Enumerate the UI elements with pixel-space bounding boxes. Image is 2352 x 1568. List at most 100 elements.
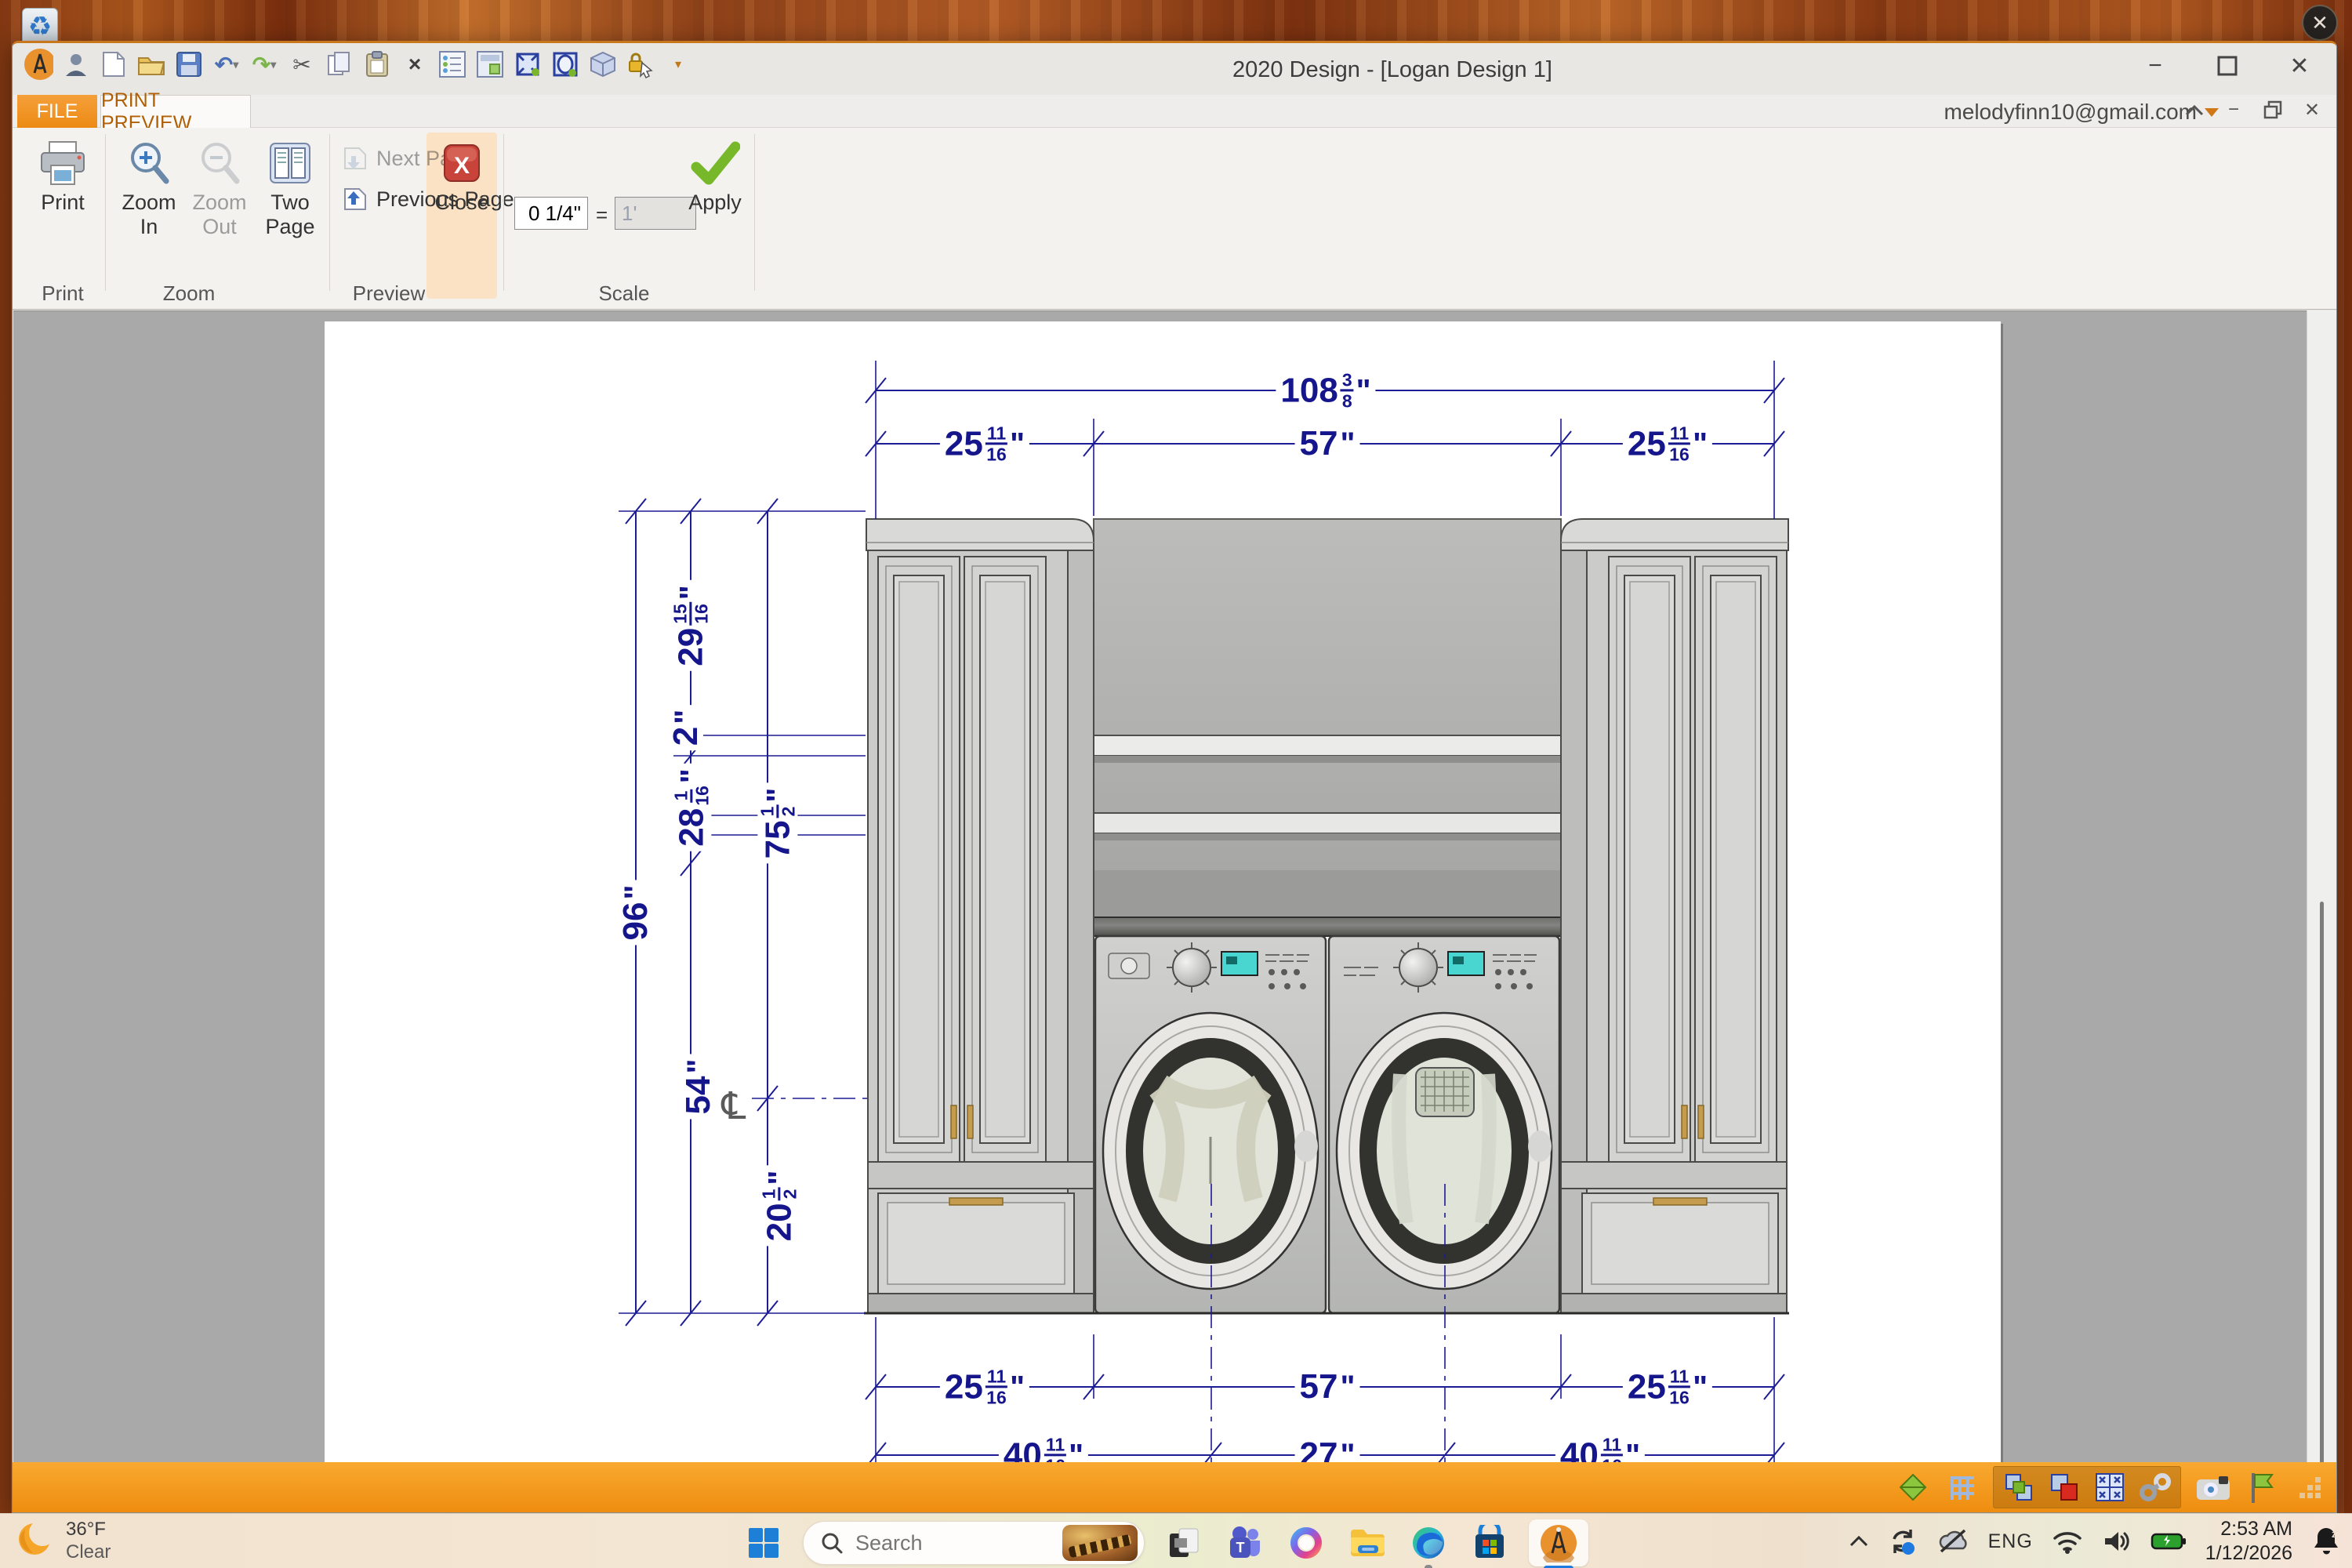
save-icon[interactable] <box>174 49 204 79</box>
dimension-label-shelf_2: 2" <box>669 705 703 750</box>
account-email: melodyfinn10@gmail.com <box>1944 100 2197 125</box>
cube-3d-icon[interactable] <box>588 49 618 79</box>
new-document-icon[interactable] <box>99 49 129 79</box>
dryer-door-handle <box>1528 1131 1552 1162</box>
account-menu[interactable]: melodyfinn10@gmail.com <box>1944 100 2219 125</box>
properties-list-icon[interactable] <box>437 49 467 79</box>
start-button[interactable] <box>742 1521 786 1565</box>
recycle-icon: ♻ <box>17 11 63 42</box>
ribbon: Print Zoom In Zoom Out Two Page Next Pag… <box>13 128 2336 310</box>
group-label-zoom: Zoom <box>130 281 248 306</box>
close-window-button[interactable]: ✕ <box>2286 53 2313 79</box>
desktop-corner-close-icon[interactable]: ✕ <box>2302 5 2338 41</box>
copilot-icon[interactable] <box>1284 1521 1328 1565</box>
status-camera-icon[interactable] <box>2195 1470 2230 1504</box>
status-expand-icon[interactable] <box>2092 1470 2127 1504</box>
app-window: ↶▾ ↷▾ ✂ × <box>12 41 2337 1513</box>
dimension-label-top_left: 251116" <box>940 423 1029 463</box>
print-button[interactable]: Print <box>31 140 94 215</box>
search-box[interactable] <box>803 1521 1145 1565</box>
scrollbar-thumb[interactable] <box>2320 902 2324 1465</box>
close-preview-button[interactable]: X Close <box>436 140 488 215</box>
doc-minimize-button[interactable]: − <box>2223 100 2244 120</box>
transform-icon[interactable] <box>513 49 543 79</box>
preview-scrollbar[interactable] <box>2307 310 2336 1465</box>
scale-equals: = <box>596 203 608 227</box>
sync-status-icon[interactable] <box>1888 1526 1918 1556</box>
cut-icon[interactable]: ✂ <box>287 49 317 79</box>
notification-bell-icon[interactable]: zz <box>2311 1525 2341 1558</box>
maximize-button[interactable] <box>2214 53 2241 79</box>
teams-icon[interactable]: T <box>1223 1521 1267 1565</box>
status-align-green-icon[interactable] <box>2002 1470 2036 1504</box>
status-grid-icon[interactable] <box>1944 1470 1979 1504</box>
print-preview-area[interactable]: 10838"251116"57"251116"96"291516"2"28116… <box>13 310 2307 1465</box>
tab-file[interactable]: FILE <box>17 95 97 128</box>
dimension-label-h75: 7512" <box>757 783 797 864</box>
drawer-handle <box>1653 1198 1707 1205</box>
volume-icon[interactable] <box>2102 1529 2132 1554</box>
two-page-button[interactable]: Two Page <box>257 140 323 239</box>
group-label-print: Print <box>31 281 94 306</box>
onedrive-paused-icon[interactable] <box>1936 1528 1969 1555</box>
edge-icon[interactable] <box>1406 1521 1450 1565</box>
scale-value-input[interactable] <box>514 197 588 230</box>
qat-overflow-icon[interactable]: ▾ <box>663 49 693 79</box>
dimension-label-b2_left: 401116" <box>999 1435 1088 1465</box>
washer-door-handle <box>1294 1131 1318 1162</box>
delete-icon[interactable]: × <box>400 49 430 79</box>
resize-grip-icon[interactable] <box>2292 1470 2327 1504</box>
language-indicator[interactable]: ENG <box>1988 1530 2033 1553</box>
cabinet-door-handle <box>1682 1105 1687 1138</box>
copy-icon[interactable] <box>325 49 354 79</box>
weather-condition: Clear <box>66 1541 111 1564</box>
status-link-icon[interactable] <box>2138 1470 2172 1504</box>
file-explorer-icon[interactable] <box>1345 1521 1389 1565</box>
weather-temp: 36°F <box>66 1519 111 1541</box>
tray-chevron-icon[interactable] <box>1849 1534 1869 1548</box>
app-logo-icon[interactable] <box>24 49 53 79</box>
estimate-icon[interactable] <box>475 49 505 79</box>
status-flag-icon[interactable] <box>2244 1470 2278 1504</box>
title-bar[interactable]: ↶▾ ↷▾ ✂ × <box>13 43 2336 95</box>
zoom-in-button[interactable]: Zoom In <box>116 140 182 239</box>
lock-cursor-icon[interactable] <box>626 49 655 79</box>
dimension-label-bot_right: 251116" <box>1623 1367 1712 1406</box>
minimize-button[interactable]: − <box>2142 53 2169 79</box>
microsoft-store-icon[interactable] <box>1468 1521 1512 1565</box>
collapse-ribbon-icon[interactable] <box>2184 100 2205 120</box>
tray-time: 2:53 AM <box>2205 1517 2292 1541</box>
status-3d-icon[interactable] <box>1896 1470 1930 1504</box>
dimension-label-top_right: 251116" <box>1623 423 1712 463</box>
tab-print-preview[interactable]: PRINT PREVIEW <box>100 95 251 128</box>
quick-access-toolbar: ↶▾ ↷▾ ✂ × <box>24 49 693 79</box>
clock[interactable]: 2:53 AM 1/12/2026 <box>2205 1517 2292 1566</box>
weather-widget[interactable]: 36°F Clear <box>66 1519 111 1564</box>
svg-text:X: X <box>454 153 470 179</box>
status-align-red-icon[interactable] <box>2047 1470 2082 1504</box>
wall-back <box>1094 519 1561 935</box>
task-view-button[interactable] <box>1162 1521 1206 1565</box>
user-icon[interactable] <box>61 49 91 79</box>
select-shape-icon[interactable] <box>550 49 580 79</box>
weather-icon[interactable] <box>14 1519 55 1563</box>
battery-icon[interactable] <box>2151 1531 2187 1552</box>
paste-icon[interactable] <box>362 49 392 79</box>
drawer-handle <box>949 1198 1003 1205</box>
desktop: ♻ ✕ ↶▾ ↷▾ <box>0 0 2352 1568</box>
undo-icon[interactable]: ↶▾ <box>212 49 241 79</box>
search-input[interactable] <box>855 1531 1012 1555</box>
apply-button[interactable]: Apply <box>684 140 746 215</box>
doc-restore-button[interactable] <box>2263 100 2283 120</box>
search-highlight-image[interactable] <box>1062 1525 1138 1561</box>
wifi-icon[interactable] <box>2052 1529 2083 1554</box>
left-tall-cabinet <box>866 519 1094 1313</box>
app-status-bar <box>13 1462 2336 1512</box>
design-app-taskbar-icon[interactable] <box>1529 1519 1588 1566</box>
doc-close-button[interactable]: ✕ <box>2302 100 2322 120</box>
dimension-label-b2_center: 27" <box>1295 1438 1360 1465</box>
dimension-label-bot_center: 57" <box>1295 1370 1360 1404</box>
redo-icon[interactable]: ↷▾ <box>249 49 279 79</box>
open-folder-icon[interactable] <box>136 49 166 79</box>
washer <box>1095 936 1326 1313</box>
